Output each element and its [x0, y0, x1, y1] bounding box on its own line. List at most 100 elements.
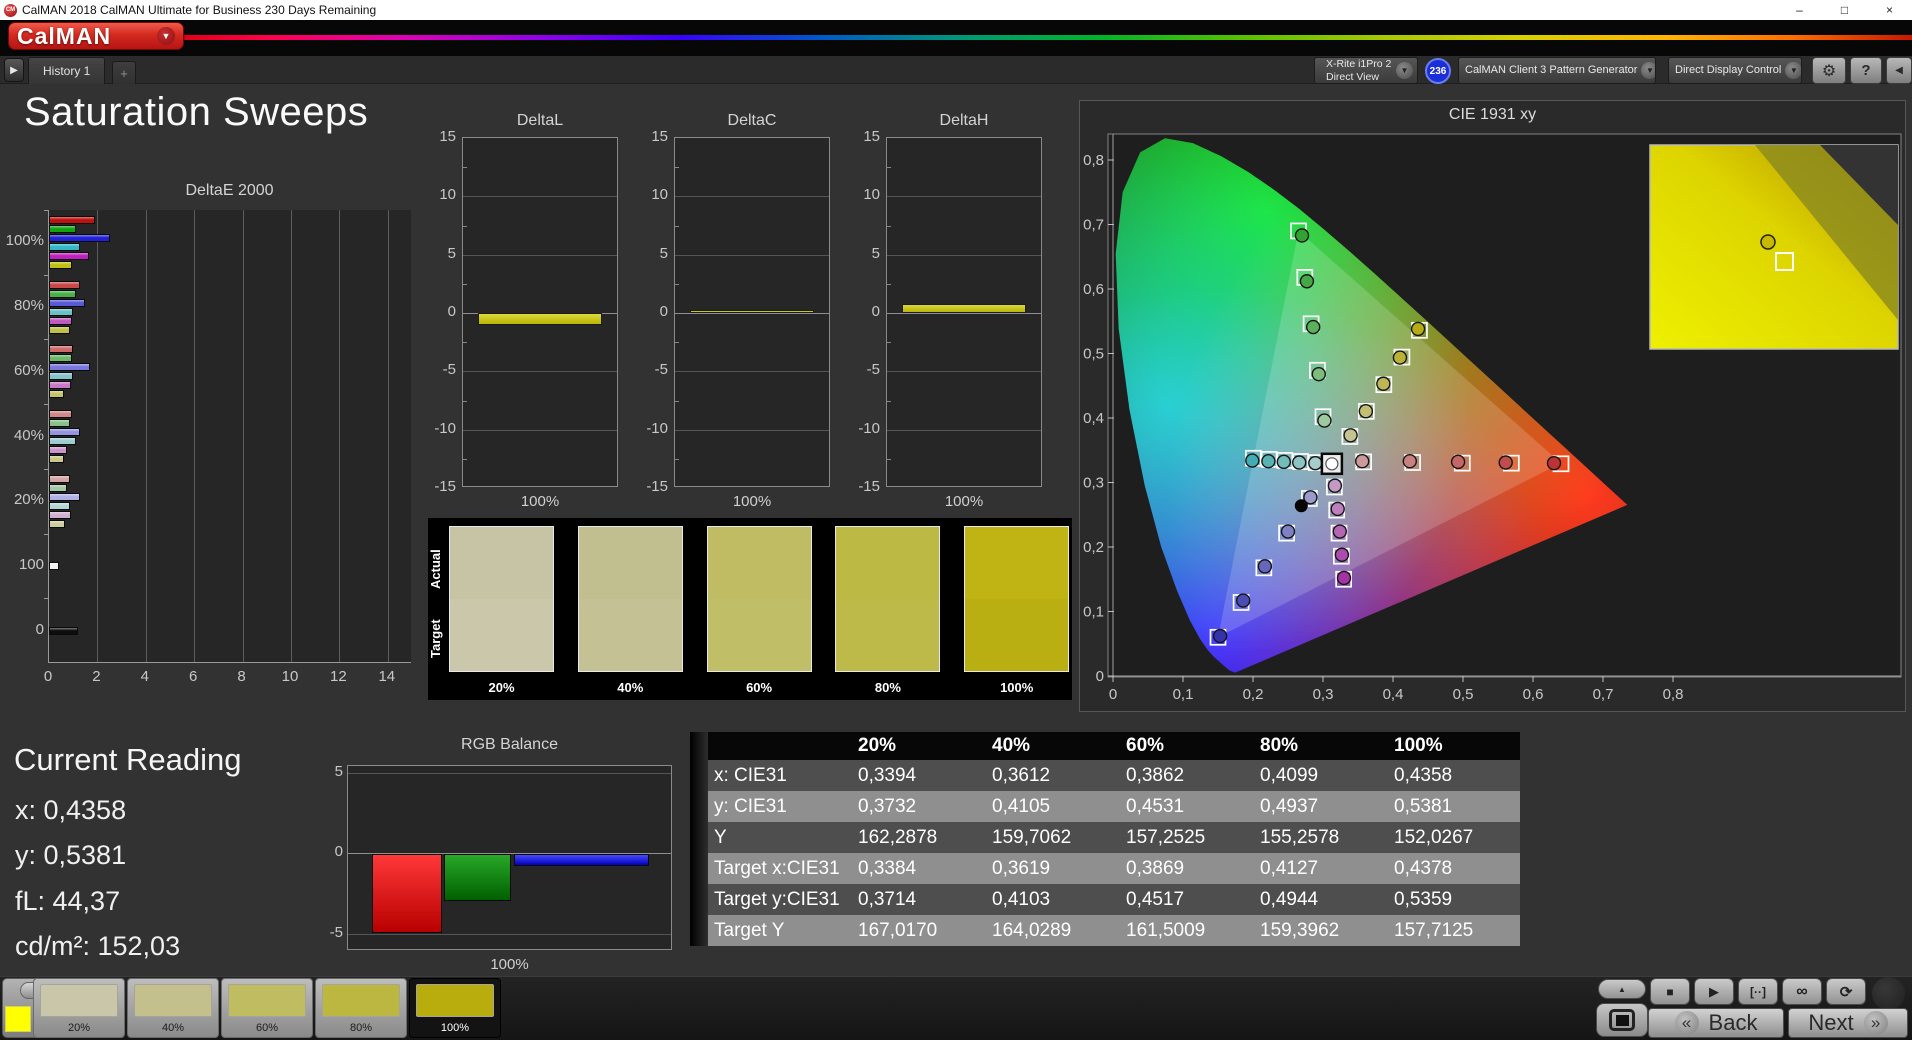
y-tick-label: 0 — [408, 303, 456, 320]
calman-menu-button[interactable]: CalMAN ▼ — [8, 22, 184, 50]
settings-button[interactable]: ⚙ — [1812, 57, 1846, 84]
pattern-tile-60%[interactable]: 60% — [221, 978, 313, 1038]
svg-text:0,8: 0,8 — [1083, 152, 1104, 169]
table-cell: 0,3612 — [984, 760, 1118, 791]
panel-up-button[interactable]: ▲ — [1598, 979, 1646, 999]
minor-tick — [463, 342, 467, 343]
pattern-tile-40%[interactable]: 40% — [127, 978, 219, 1038]
row-label: y: CIE31 — [708, 791, 850, 822]
back-label: Back — [1709, 1010, 1758, 1036]
table-cell: 157,7125 — [1386, 915, 1520, 946]
maximize-icon[interactable]: □ — [1822, 0, 1867, 20]
deltal-xlabel: 100% — [462, 493, 618, 510]
minor-tick — [887, 342, 891, 343]
yellow-measured-point — [1412, 322, 1425, 335]
next-label: Next — [1808, 1010, 1853, 1036]
stop-button[interactable]: ■ — [1650, 978, 1690, 1005]
minor-tick — [675, 342, 679, 343]
loop-button[interactable]: ⟳ — [1826, 978, 1866, 1005]
deltal-chart: DeltaL 100% 151050-5-10-15 — [402, 90, 632, 520]
table-cell: 0,4531 — [1118, 791, 1252, 822]
y-tick-label: -5 — [408, 361, 456, 378]
add-tab-button[interactable]: + — [112, 61, 136, 84]
back-button[interactable]: « Back — [1648, 1008, 1784, 1038]
y-tick-label: -15 — [832, 478, 880, 495]
deltae-bar — [49, 493, 80, 501]
minor-tick — [463, 401, 467, 402]
deltah-title: DeltaH — [886, 112, 1042, 130]
delta-bar — [902, 304, 1026, 313]
minor-tick — [463, 167, 467, 168]
layout-nav-button[interactable]: ▶ — [4, 58, 24, 82]
row-label: Y — [708, 822, 850, 853]
deltae2000-title: DeltaE 2000 — [48, 182, 411, 200]
play-button[interactable]: ▶ — [1694, 978, 1734, 1005]
deltae-bar — [49, 317, 72, 325]
pattern-window-button[interactable] — [1596, 1003, 1648, 1037]
x-tick-label: 6 — [178, 668, 208, 685]
actual-swatch — [450, 527, 553, 599]
y-tick-label: 15 — [620, 128, 668, 145]
minor-tick — [887, 401, 891, 402]
meter-count-badge[interactable]: 236 — [1425, 58, 1451, 84]
category-label: 60% — [0, 362, 44, 379]
meter-dropdown[interactable]: X-Rite i1Pro 2 Direct View ▼ — [1314, 57, 1418, 84]
tile-label: 20% — [34, 1022, 124, 1034]
svg-text:0,5: 0,5 — [1083, 346, 1104, 363]
table-left-strip — [690, 732, 708, 760]
deltae-bar — [49, 437, 76, 445]
close-icon[interactable]: × — [1867, 0, 1912, 20]
tab-history-1[interactable]: History 1 — [28, 57, 105, 84]
gridline — [675, 430, 829, 431]
range-read-button[interactable]: [··] — [1738, 978, 1778, 1005]
deltae-bar — [49, 484, 67, 492]
reading-fl: fL: 44,37 — [15, 886, 120, 917]
display-control-dropdown[interactable]: Direct Display Control ▼ — [1668, 57, 1802, 84]
chevrons-right-icon: » — [1864, 1011, 1888, 1035]
svg-text:0,3: 0,3 — [1083, 475, 1104, 492]
pattern-generator-dropdown[interactable]: CalMAN Client 3 Pattern Generator ▼ — [1458, 57, 1656, 84]
tile-label: 40% — [128, 1022, 218, 1034]
pattern-tile-20%[interactable]: 20% — [33, 978, 125, 1038]
x-tick-label: 12 — [323, 668, 353, 685]
svg-text:0,1: 0,1 — [1173, 686, 1194, 703]
yellow-measured-point — [1359, 405, 1372, 418]
table-cell: 0,3869 — [1118, 853, 1252, 884]
deltae-bar — [49, 562, 59, 570]
y-tick-label: -10 — [408, 420, 456, 437]
y-tick-label: 0 — [832, 303, 880, 320]
table-cell: 0,3619 — [984, 853, 1118, 884]
deltae-bar — [49, 372, 73, 380]
axis-tick — [44, 404, 49, 405]
yellow-measured-point — [1344, 429, 1357, 442]
cyan-measured-point — [1262, 455, 1275, 468]
table-cell: 0,5381 — [1386, 791, 1520, 822]
x-tick-label: 0 — [33, 668, 63, 685]
green-measured-point — [1312, 368, 1325, 381]
y-tick-label: -15 — [620, 478, 668, 495]
chevron-down-icon: ▼ — [1641, 62, 1656, 79]
next-button[interactable]: Next » — [1788, 1008, 1908, 1038]
minimize-icon[interactable]: – — [1777, 0, 1822, 20]
red-balance-bar — [372, 854, 442, 933]
pattern-tile-80%[interactable]: 80% — [315, 978, 407, 1038]
continuous-read-button[interactable]: ∞ — [1782, 978, 1822, 1005]
table-left-strip — [690, 915, 708, 946]
minor-tick — [887, 167, 891, 168]
deltae-bar — [49, 252, 89, 260]
gridline — [291, 210, 292, 662]
window-icon — [1609, 1009, 1635, 1031]
gridline — [675, 313, 829, 314]
deltac-chart: DeltaC 100% 151050-5-10-15 — [614, 90, 844, 520]
help-button[interactable]: ? — [1850, 57, 1882, 84]
deltal-plot — [462, 137, 618, 487]
deltae2000-chart: DeltaE 2000 02468101214100%80%60%40%20%1… — [0, 160, 430, 700]
collapse-toolbar-button[interactable]: ◀ — [1886, 57, 1912, 84]
table-cell: 0,4358 — [1386, 760, 1520, 791]
table-cell: 0,4105 — [984, 791, 1118, 822]
actual-swatch — [965, 527, 1068, 599]
y-tick-label: 5 — [295, 763, 343, 780]
category-label: 100% — [0, 232, 44, 249]
play-icon: ▶ — [1709, 984, 1719, 1000]
pattern-tile-100%[interactable]: 100% — [409, 978, 501, 1038]
